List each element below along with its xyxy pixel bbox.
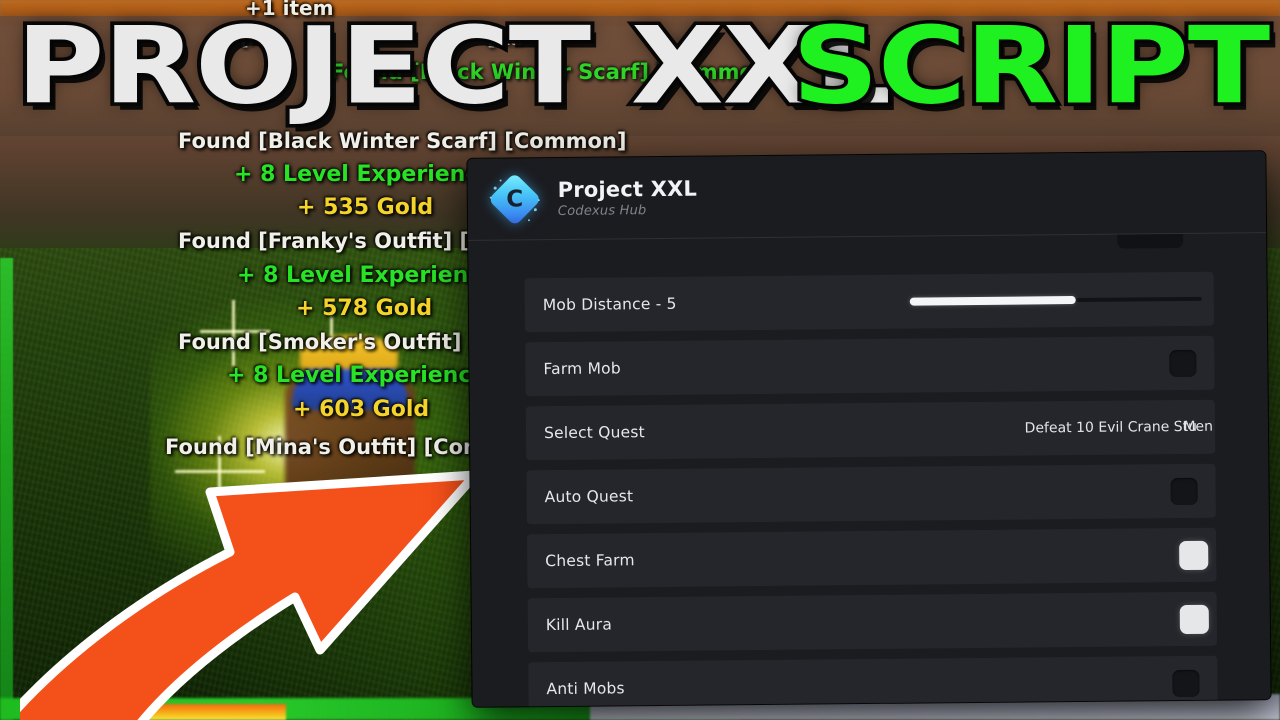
row-control — [1170, 477, 1198, 505]
row-kill-aura[interactable]: Kill Aura — [527, 591, 1218, 653]
panel-inner: C Project XXL Codexus Hub Mob Distance -… — [467, 151, 1271, 707]
anti-mobs-toggle[interactable] — [1172, 669, 1200, 697]
logo-particle-icon — [499, 179, 502, 182]
panel-subtitle: Codexus Hub — [557, 203, 647, 219]
background-left-edge-strip — [0, 258, 13, 720]
panel-title: Project XXL — [557, 176, 698, 202]
row-label: Kill Aura — [545, 615, 613, 635]
row-control — [909, 290, 1202, 311]
row-label: Mob Distance - 5 — [542, 294, 677, 315]
logo-particle-icon — [537, 198, 540, 201]
kill-aura-toggle[interactable] — [1179, 604, 1209, 634]
sparkle-icon — [330, 300, 333, 346]
row-control — [1169, 349, 1197, 377]
mob-distance-slider[interactable] — [909, 290, 1202, 311]
logo-particle-icon — [527, 218, 530, 221]
pointer-arrow-icon — [20, 470, 480, 720]
logo-particle-icon — [533, 207, 537, 211]
row-label: Auto Quest — [544, 487, 634, 507]
screenshot-root: +1 item [At [Ra Found [Black Winter Scar… — [0, 0, 1280, 720]
panel-header-text: Project XXL Codexus Hub — [558, 177, 698, 219]
row-label: Chest Farm — [545, 551, 635, 571]
sparkle-icon — [232, 300, 235, 366]
row-control — [1179, 604, 1209, 634]
row-auto-quest[interactable]: Auto Quest — [526, 463, 1216, 525]
row-select-quest[interactable]: Select Quest Defeat 10 Evil Crane Stu Me… — [525, 399, 1216, 461]
row-label: Farm Mob — [543, 359, 621, 379]
row-control — [1172, 669, 1200, 697]
clipped-toggle[interactable] — [1116, 233, 1184, 249]
background-wall — [0, 16, 1280, 136]
codexus-logo-icon: C — [487, 172, 543, 227]
logo-letter: C — [506, 185, 524, 212]
row-label: Anti Mobs — [546, 679, 625, 699]
select-quest-value: Defeat 10 Evil Crane Stu — [1024, 418, 1198, 437]
script-menu-panel[interactable]: C Project XXL Codexus Hub Mob Distance -… — [467, 151, 1271, 707]
slider-fill — [909, 296, 1077, 306]
row-label: Select Quest — [543, 423, 645, 443]
row-control — [1179, 540, 1209, 570]
chest-farm-toggle[interactable] — [1179, 540, 1209, 570]
row-farm-mob[interactable]: Farm Mob — [525, 335, 1215, 397]
auto-quest-toggle[interactable] — [1170, 477, 1198, 505]
row-control: Defeat 10 Evil Crane Stu Men — [1024, 413, 1213, 441]
row-anti-mobs[interactable]: Anti Mobs — [528, 655, 1218, 707]
sparkle-icon — [200, 330, 270, 333]
game-chest-hat — [300, 335, 398, 369]
panel-body: Mob Distance - 5 Farm Mob Select Quest D… — [468, 233, 1270, 707]
select-quest-dropdown[interactable]: Defeat 10 Evil Crane Stu Men — [1024, 413, 1213, 441]
logo-particle-icon — [489, 196, 492, 199]
logo-particle-icon — [493, 186, 497, 190]
farm-mob-toggle[interactable] — [1169, 349, 1197, 377]
select-quest-value-overlap: Men — [1183, 418, 1214, 435]
panel-header: C Project XXL Codexus Hub — [467, 151, 1267, 241]
row-chest-farm[interactable]: Chest Farm — [526, 527, 1217, 589]
row-mob-distance[interactable]: Mob Distance - 5 — [524, 271, 1215, 333]
